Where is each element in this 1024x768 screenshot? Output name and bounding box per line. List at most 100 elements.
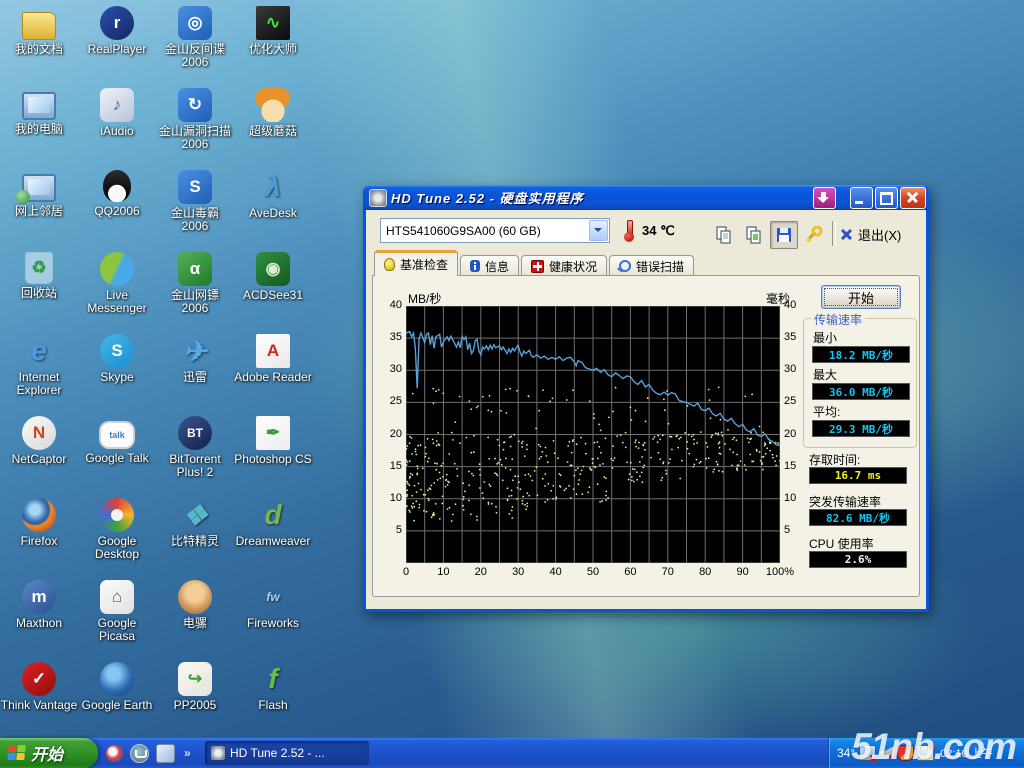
google-desktop-desktop-item[interactable]: Google Desktop — [78, 498, 156, 561]
thunder-xunlei-icon-glyph: ✈ — [183, 335, 206, 368]
save-button[interactable] — [770, 221, 798, 249]
quicklaunch-browser-icon[interactable] — [106, 745, 123, 762]
acdsee-desktop-item[interactable]: ◉ACDSee31 — [234, 252, 312, 302]
drive-select-dropdown[interactable]: HTS541060G9SA00 (60 GB) — [380, 218, 610, 243]
desktop-icon-label: ACDSee31 — [234, 289, 312, 302]
super-mushroom-icon — [256, 88, 290, 122]
bitspirit-icon: ❖ — [178, 498, 212, 532]
live-messenger-icon — [100, 252, 134, 286]
desktop-icon-label: Adobe Reader — [234, 371, 312, 384]
photoshop-desktop-item[interactable]: ✒Photoshop CS — [234, 416, 312, 466]
realplayer-desktop-item[interactable]: rRealPlayer — [78, 6, 156, 56]
pp2005-icon-glyph: ↪ — [188, 669, 202, 689]
maximize-button[interactable] — [875, 187, 898, 209]
qq-desktop-item[interactable]: QQ2006 — [78, 170, 156, 218]
update-arrow-button[interactable] — [813, 187, 836, 209]
start-button[interactable]: 开始 — [0, 738, 98, 768]
thermometer-icon — [624, 220, 634, 242]
thunder-xunlei-desktop-item[interactable]: ✈迅雷 — [156, 334, 234, 384]
exit-button[interactable]: 退出(X) — [840, 223, 901, 245]
google-earth-desktop-item[interactable]: Google Earth — [78, 662, 156, 712]
tray-volume-muted-icon[interactable] — [879, 746, 894, 760]
thinkvantage-icon: ✓ — [22, 662, 56, 696]
taskbar: 开始 » HD Tune 2.52 - ... 34° 02:10 上午 — [0, 738, 1024, 768]
youhua-dashi-desktop-item[interactable]: ∿优化大师 — [234, 6, 312, 56]
desktop-icon-label: BitTorrent Plus! 2 — [156, 453, 234, 479]
iaudio-icon: ♪ — [100, 88, 134, 122]
hdtune-app-icon — [369, 189, 387, 207]
thinkvantage-desktop-item[interactable]: ✓ Think Vantage — [0, 662, 78, 712]
desktop-icon-label: Think Vantage — [0, 699, 78, 712]
kingsoft-netguard-desktop-item[interactable]: α 金山网镖 2006 — [156, 252, 234, 315]
realplayer-icon: r — [100, 6, 134, 40]
window-titlebar[interactable]: HD Tune 2.52 - 硬盘实用程序 — [363, 185, 929, 210]
desktop-icon-label: Google Earth — [78, 699, 156, 712]
tab-health[interactable]: 健康状况 — [521, 255, 607, 276]
flash-desktop-item[interactable]: fFlash — [234, 662, 312, 712]
desktop-icon-label: Flash — [234, 699, 312, 712]
info-icon — [470, 260, 480, 272]
fireworks-desktop-item[interactable]: fwFireworks — [234, 580, 312, 630]
tab-info[interactable]: 信息 — [460, 255, 519, 276]
tab-benchmark-label: 基准检查 — [400, 256, 448, 273]
my-computer-desktop-item[interactable]: 我的电脑 — [0, 88, 78, 136]
avedesk-desktop-item[interactable]: λAveDesk — [234, 170, 312, 220]
options-button[interactable] — [800, 221, 828, 249]
error-scan-magnifier-icon — [619, 260, 631, 272]
desktop-icon-label: 金山网镖 2006 — [156, 289, 234, 315]
kingsoft-vulnscan-desktop-item[interactable]: ↻金山漏洞扫描 2006 — [156, 88, 234, 151]
adobe-reader-desktop-item[interactable]: AAdobe Reader — [234, 334, 312, 384]
tray-security-shield-icon[interactable] — [897, 745, 914, 761]
kingsoft-vulnscan-icon: ↻ — [178, 88, 212, 122]
recycle-bin-icon-glyph: ♻ — [31, 258, 46, 278]
netcaptor-desktop-item[interactable]: NNetCaptor — [0, 416, 78, 466]
my-documents-desktop-item[interactable]: 我的文档 — [0, 6, 78, 56]
bitspirit-desktop-item[interactable]: ❖比特精灵 — [156, 498, 234, 548]
kingsoft-netguard-icon-glyph: α — [190, 259, 200, 279]
kingsoft-antispy-icon-glyph: ◎ — [188, 13, 203, 33]
skype-icon: S — [100, 334, 134, 368]
dreamweaver-desktop-item[interactable]: dDreamweaver — [234, 498, 312, 548]
quicklaunch-chevron-icon[interactable]: » — [184, 746, 191, 760]
iaudio-desktop-item[interactable]: ♪iAudio — [78, 88, 156, 138]
internet-explorer-desktop-item[interactable]: eInternet Explorer — [0, 334, 78, 397]
tab-benchmark[interactable]: 基准检查 — [374, 250, 458, 276]
maxthon-icon-glyph: m — [31, 587, 46, 607]
minimize-button[interactable] — [850, 187, 873, 209]
desktop-icon-label: Skype — [78, 371, 156, 384]
desktop-icon-label: 金山反间谍 2006 — [156, 43, 234, 69]
desktop-icon-label: Google Picasa — [78, 617, 156, 643]
tab-error-scan[interactable]: 错误扫描 — [609, 255, 694, 276]
cpu-usage-display: 2.6% — [809, 551, 907, 568]
super-mushroom-desktop-item[interactable]: 超级蘑菇 — [234, 88, 312, 138]
start-benchmark-button[interactable]: 开始 — [821, 285, 901, 309]
google-talk-desktop-item[interactable]: talkGoogle Talk — [78, 416, 156, 465]
google-earth-icon — [100, 662, 134, 696]
quicklaunch-maxthon-icon[interactable] — [130, 744, 149, 763]
skype-desktop-item[interactable]: S Skype — [78, 334, 156, 384]
google-talk-icon: talk — [99, 421, 135, 449]
bitspirit-icon-glyph: ❖ — [182, 499, 207, 532]
maxthon-desktop-item[interactable]: mMaxthon — [0, 580, 78, 630]
tray-network-disabled-icon[interactable] — [859, 745, 876, 761]
copy-image-button[interactable] — [740, 221, 768, 249]
tray-monitor-app-icon[interactable] — [917, 745, 934, 761]
recycle-bin-desktop-item[interactable]: ♻回收站 — [0, 252, 78, 300]
tick-label: 15 — [376, 460, 402, 472]
chevron-down-icon[interactable] — [589, 220, 608, 241]
quicklaunch-mail-icon[interactable] — [156, 744, 175, 763]
bittorrent-desktop-item[interactable]: BT BitTorrent Plus! 2 — [156, 416, 234, 479]
pp2005-desktop-item[interactable]: ↪PP2005 — [156, 662, 234, 712]
network-places-desktop-item[interactable]: 网上邻居 — [0, 170, 78, 218]
emule-desktop-item[interactable]: 电骡 — [156, 580, 234, 630]
copy-text-button[interactable] — [710, 221, 738, 249]
kingsoft-antivirus-desktop-item[interactable]: S金山毒霸 2006 — [156, 170, 234, 233]
taskbar-button-hdtune[interactable]: HD Tune 2.52 - ... — [205, 741, 369, 765]
live-messenger-desktop-item[interactable]: Live Messenger — [78, 252, 156, 315]
kingsoft-antispy-desktop-item[interactable]: ◎ 金山反间谍 2006 — [156, 6, 234, 69]
bittorrent-icon-glyph: BT — [187, 426, 203, 440]
dreamweaver-icon-glyph: d — [264, 499, 281, 531]
google-picasa-desktop-item[interactable]: ⌂Google Picasa — [78, 580, 156, 643]
close-button[interactable] — [900, 187, 926, 209]
firefox-desktop-item[interactable]: Firefox — [0, 498, 78, 548]
